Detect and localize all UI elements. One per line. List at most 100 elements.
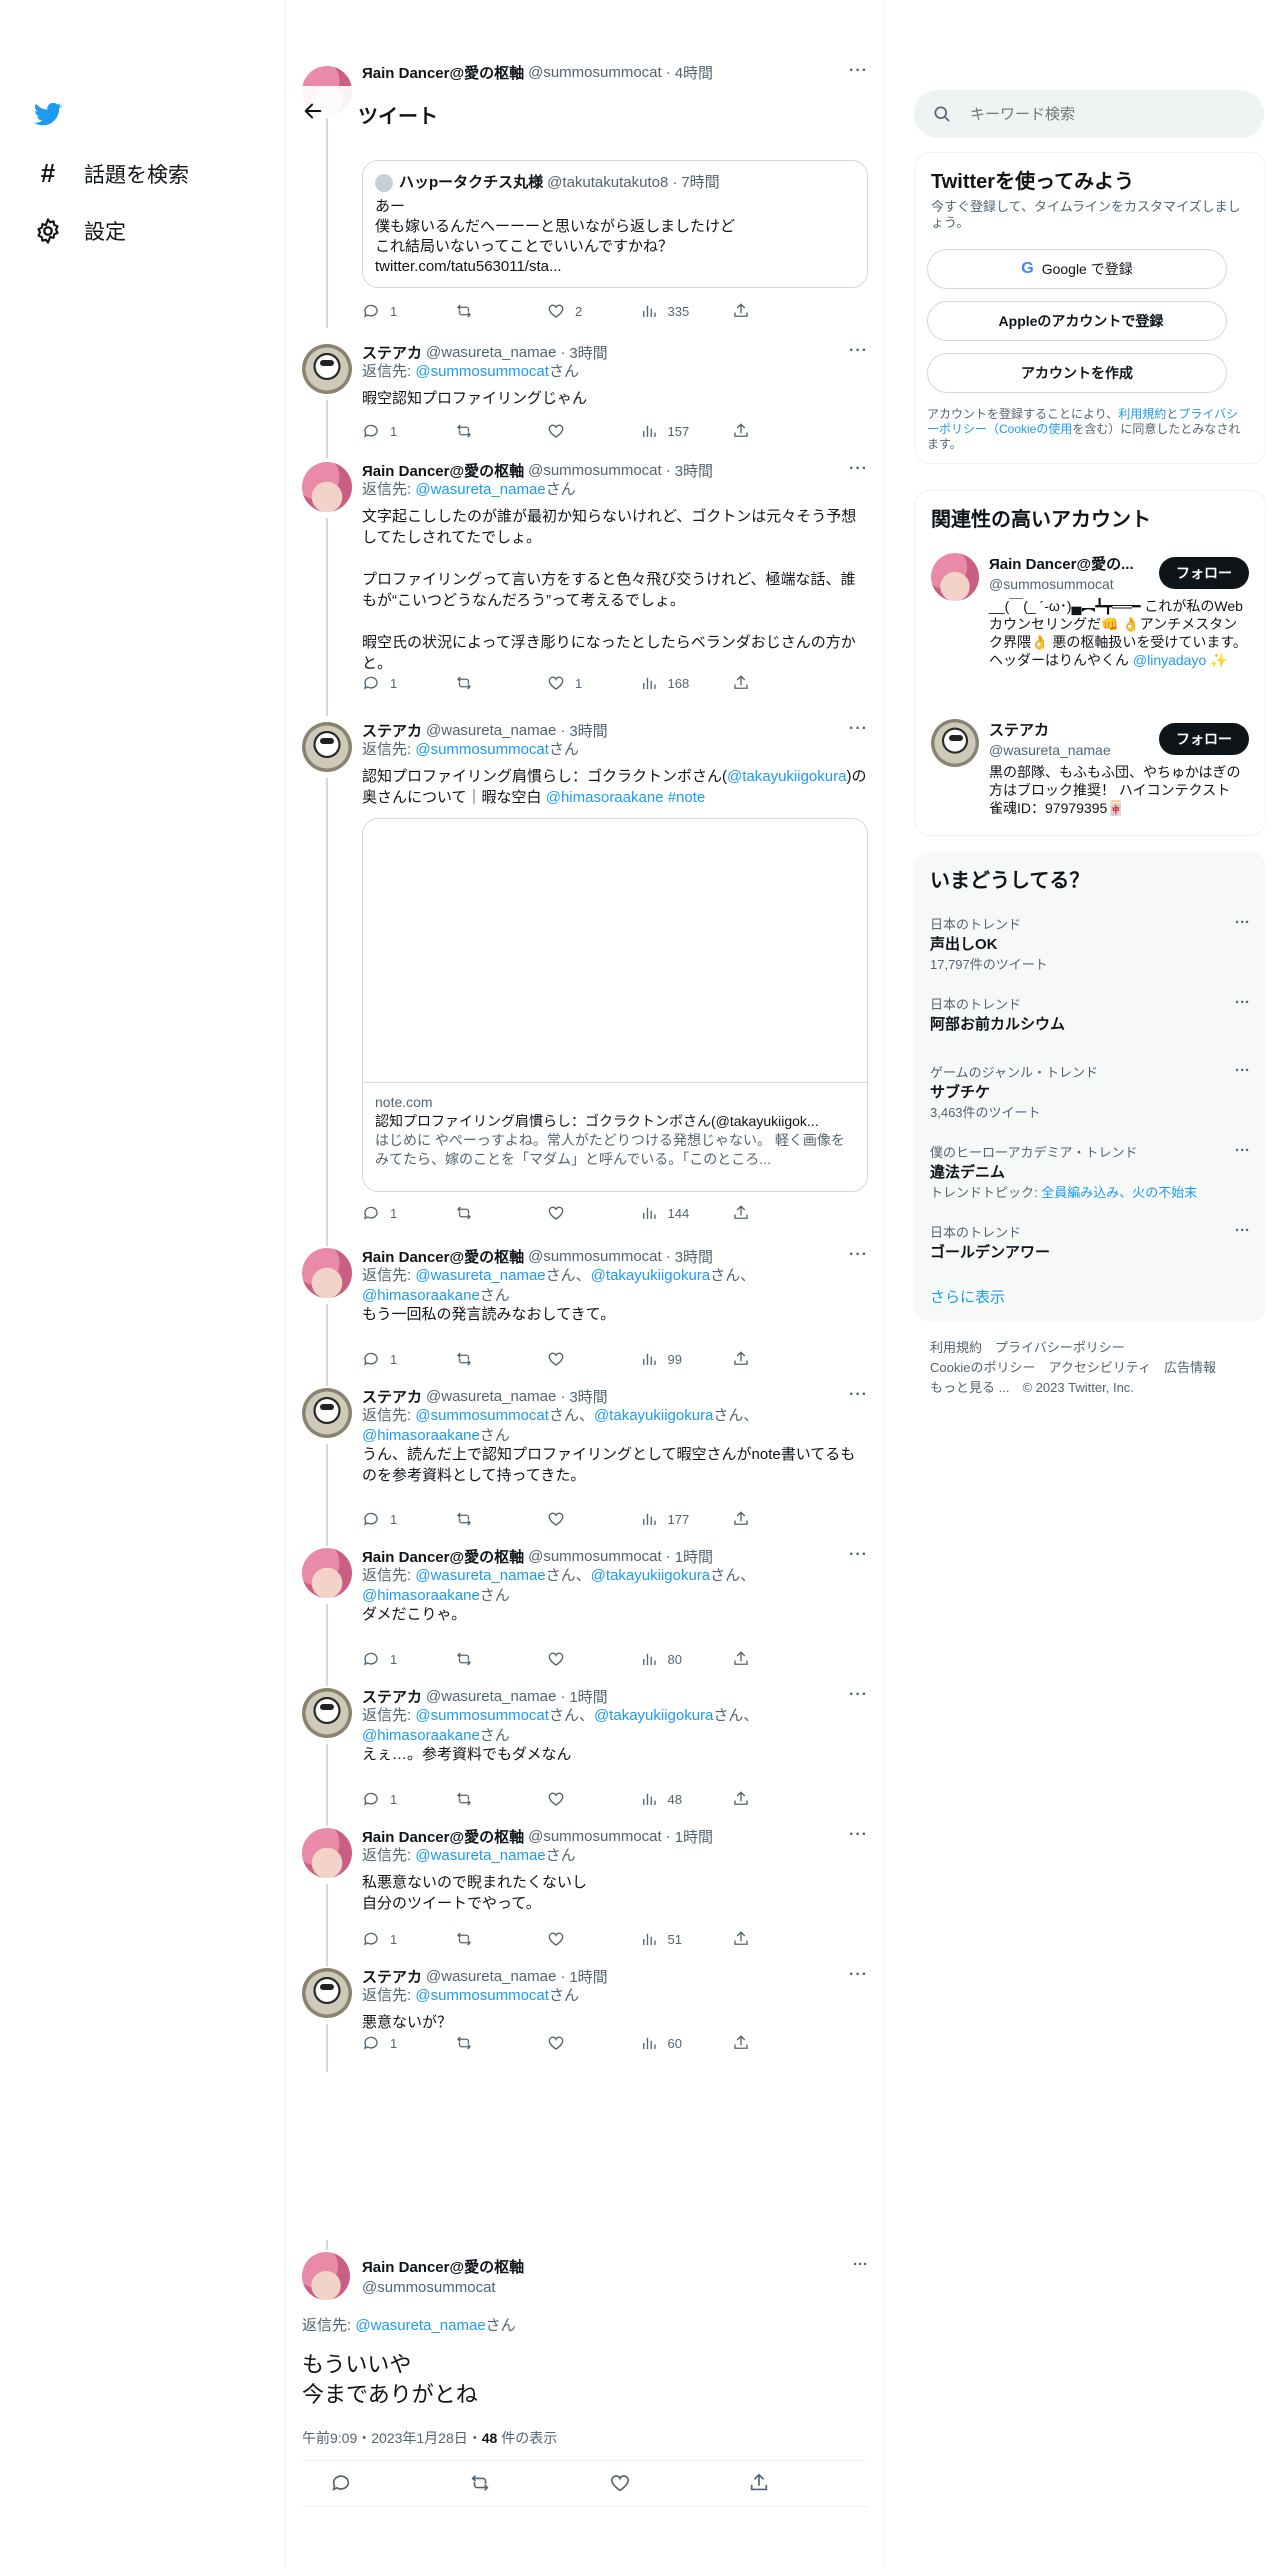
author-handle[interactable]: @summosummocat [362, 2279, 524, 2296]
follow-button[interactable]: フォロー [1159, 557, 1249, 589]
more-icon[interactable]: ··· [849, 342, 868, 360]
reply-button[interactable]: 1 [362, 674, 422, 692]
reply-button[interactable]: 1 [362, 1204, 422, 1222]
reply-mention-link[interactable]: @wasureta_namae [415, 1567, 545, 1584]
follow-button[interactable]: フォロー [1159, 723, 1249, 755]
author-handle[interactable]: @wasureta_namae [426, 722, 556, 739]
tweet-time[interactable]: 3時間 [675, 1246, 713, 1267]
author-handle[interactable]: @summosummocat [528, 1548, 662, 1565]
tweet[interactable]: ステアカ @wasureta_namae · 3時間 ··· 返信先: @summosum… [286, 342, 884, 458]
view-count[interactable]: 48 [482, 2430, 498, 2446]
reply-mention-link[interactable]: @takayukiigokura [591, 1267, 710, 1284]
share-button[interactable] [732, 1790, 792, 1808]
trend-item[interactable]: 日本のトレンド 声出しOK 17,797件のツイート ··· [930, 914, 1250, 973]
retweet-button[interactable] [455, 2034, 515, 2052]
avatar[interactable] [302, 1828, 352, 1878]
retweet-button[interactable] [455, 674, 515, 692]
footer-line[interactable]: 利用規約 プライバシーポリシー [930, 1338, 1250, 1358]
views-button[interactable]: 335 [640, 302, 700, 320]
reply-icon[interactable] [330, 2472, 352, 2494]
share-button[interactable] [732, 422, 792, 440]
tweet[interactable]: ステアカ @wasureta_namae · 3時間 ··· 返信先: @summosum… [286, 720, 884, 1246]
reply-mention-link[interactable]: @himasoraakane [362, 1727, 480, 1744]
like-button[interactable] [547, 1510, 607, 1528]
reply-mention-link[interactable]: @takayukiigokura [594, 1407, 713, 1424]
tweet[interactable]: ステアカ @wasureta_namae · 3時間 ··· 返信先: @summosum… [286, 1386, 884, 1546]
share-button[interactable] [732, 674, 792, 692]
more-icon[interactable]: ··· [1235, 1222, 1250, 1239]
more-icon[interactable]: ··· [1235, 1142, 1250, 1159]
tweet-time[interactable]: 1時間 [569, 1966, 607, 1987]
reply-button[interactable]: 1 [362, 1930, 422, 1948]
reply-mention-link[interactable]: @wasureta_namae [355, 2317, 485, 2334]
reply-mention-link[interactable]: @takayukiigokura [591, 1567, 710, 1584]
share-button[interactable] [732, 2034, 792, 2052]
views-button[interactable]: 168 [640, 674, 700, 692]
retweet-button[interactable] [455, 422, 515, 440]
trend-item[interactable]: ゲームのジャンル・トレンド サブチケ 3,463件のツイート ··· [930, 1062, 1250, 1121]
tweet[interactable]: Яain Dancer@愛の枢軸 @summosummocat · 1時間 ··· 返信先… [286, 1546, 884, 1686]
like-icon[interactable] [609, 2472, 631, 2494]
retweet-button[interactable] [455, 1204, 515, 1222]
views-button[interactable]: 60 [640, 2034, 700, 2052]
views-button[interactable]: 51 [640, 1930, 700, 1948]
footer-line[interactable]: Cookieのポリシー アクセシビリティ 広告情報 [930, 1358, 1250, 1378]
hashtag-link[interactable]: #note [668, 789, 706, 806]
reply-button[interactable]: 1 [362, 1650, 422, 1668]
avatar[interactable] [931, 553, 979, 601]
views-button[interactable]: 157 [640, 422, 700, 440]
mention-link[interactable]: @takayukiigokura [727, 768, 846, 785]
retweet-button[interactable] [455, 1790, 515, 1808]
avatar[interactable] [302, 2252, 350, 2300]
share-button[interactable] [732, 1510, 792, 1528]
views-button[interactable]: 144 [640, 1204, 700, 1222]
account-name[interactable]: ステアカ [989, 719, 1159, 740]
author-handle[interactable]: @wasureta_namae [426, 344, 556, 361]
reply-mention-link[interactable]: @summosummocat [415, 363, 549, 380]
reply-mention-link[interactable]: @takayukiigokura [594, 1707, 713, 1724]
avatar[interactable] [302, 1548, 352, 1598]
author-handle[interactable]: @wasureta_namae [426, 1388, 556, 1405]
link-card[interactable]: note.com 認知プロファイリング肩慣らし：ゴクラクトンボさん(@takayu… [362, 818, 868, 1192]
mention-link[interactable]: @himasoraakane [546, 789, 664, 806]
more-icon[interactable]: ··· [1235, 1062, 1250, 1079]
search-input[interactable] [970, 102, 1240, 126]
avatar[interactable] [931, 719, 979, 767]
quoted-tweet[interactable]: ハッpータクチス丸様 @takutakutakuto8 · 7時間 あー 僕も嫁い… [362, 160, 868, 288]
like-button[interactable]: 1 [547, 674, 607, 692]
reply-mention-link[interactable]: @himasoraakane [362, 1287, 480, 1304]
reply-mention-link[interactable]: @wasureta_namae [415, 481, 545, 498]
retweet-button[interactable] [455, 1350, 515, 1368]
trend-topic-link[interactable]: 全員編み込み、火の不始末 [1041, 1185, 1197, 1200]
trend-item[interactable]: 日本のトレンド ゴールデンアワー ··· [930, 1222, 1250, 1262]
avatar[interactable] [302, 1968, 352, 2018]
tweet-time[interactable]: 3時間 [569, 720, 607, 741]
like-button[interactable] [547, 1650, 607, 1668]
bio-mention-link[interactable]: @linyadayo [1133, 652, 1206, 668]
tweet-time[interactable]: 3時間 [569, 1386, 607, 1407]
trend-item[interactable]: 僕のヒーローアカデミア・トレンド 違法デニム トレンドトピック: 全員編み込み、火の… [930, 1142, 1250, 1201]
tweet-time[interactable]: 3時間 [569, 342, 607, 363]
terms-link[interactable]: 利用規約 [1118, 407, 1166, 421]
author-name[interactable]: ステアカ [362, 1686, 422, 1707]
footer-line[interactable]: もっと見る ... © 2023 Twitter, Inc. [930, 1378, 1250, 1398]
author-handle[interactable]: @wasureta_namae [426, 1968, 556, 1985]
like-button[interactable] [547, 422, 607, 440]
like-button[interactable] [547, 1350, 607, 1368]
views-button[interactable]: 48 [640, 1790, 700, 1808]
author-name[interactable]: ステアカ [362, 1386, 422, 1407]
show-more-link[interactable]: さらに表示 [930, 1286, 1005, 1307]
author-name[interactable]: ステアカ [362, 1966, 422, 1987]
tweet[interactable]: Яain Dancer@愛の枢軸 @summosummocat · 1時間 ··· 返信先… [286, 1826, 884, 1966]
share-button[interactable] [732, 1350, 792, 1368]
more-icon[interactable]: ··· [849, 720, 868, 738]
apple-signup-button[interactable]: Appleのアカウントで登録 [927, 301, 1227, 341]
author-handle[interactable]: @summosummocat [528, 1828, 662, 1845]
search-bar[interactable] [914, 90, 1264, 138]
author-name[interactable]: Яain Dancer@愛の枢軸 [362, 62, 524, 83]
tweet[interactable]: Яain Dancer@愛の枢軸 @summosummocat · 3時間 ··· 返信先… [286, 1246, 884, 1386]
like-button[interactable] [547, 2034, 607, 2052]
reply-mention-link[interactable]: @summosummocat [415, 1707, 549, 1724]
reply-button[interactable]: 1 [362, 422, 422, 440]
account-name[interactable]: Яain Dancer@愛の... [989, 553, 1159, 574]
